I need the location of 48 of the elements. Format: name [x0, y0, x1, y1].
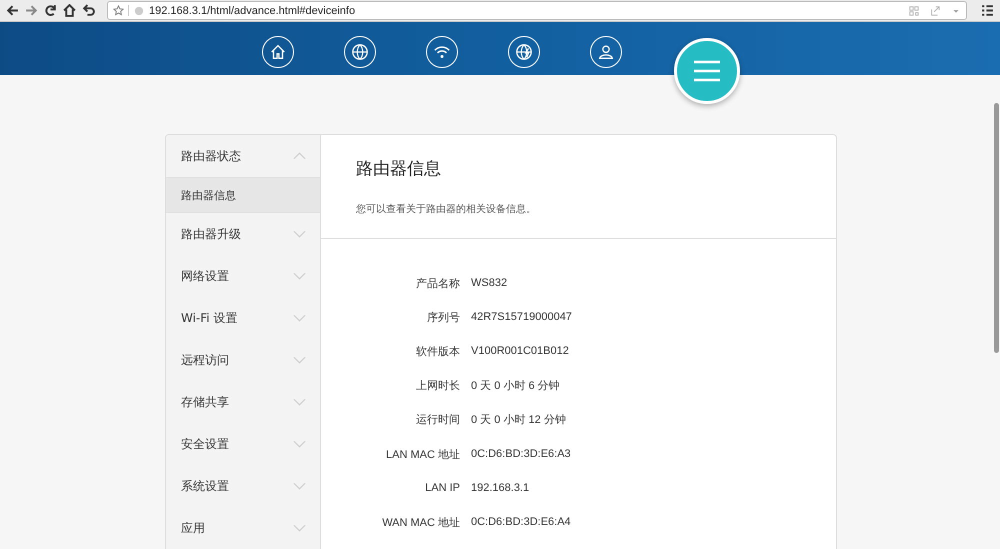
- field-label: 产品名称: [415, 276, 460, 291]
- url-text: 192.168.3.1/html/advance.html#deviceinfo: [149, 4, 356, 16]
- field-value: 0C:D6:BD:3D:E6:A3: [471, 448, 571, 460]
- home-nav-button[interactable]: [262, 36, 294, 68]
- star-icon[interactable]: [113, 5, 129, 16]
- globe-bolt-nav-button[interactable]: [508, 36, 540, 68]
- field-label: LAN MAC 地址: [385, 448, 460, 462]
- sidebar-item[interactable]: 存储共享: [166, 381, 320, 423]
- field-label: 序列号: [426, 310, 460, 325]
- sidebar-item[interactable]: Wi-Fi 设置: [166, 297, 320, 339]
- wifi-nav-button[interactable]: [426, 36, 458, 68]
- field-label: 软件版本: [415, 344, 460, 359]
- field-value: V100R001C01B012: [471, 345, 569, 358]
- page-description: 您可以查看关于路由器的相关设备信息。: [356, 202, 537, 216]
- field-value: 42R7S15719000047: [471, 311, 572, 324]
- sidebar-item[interactable]: 系统设置: [166, 465, 320, 507]
- sidebar-subitem[interactable]: 路由器信息: [166, 177, 320, 213]
- field-value: 0 天 0 小时 12 分钟: [471, 413, 566, 428]
- globe-nav-button[interactable]: [344, 36, 376, 68]
- menu-icon[interactable]: [981, 4, 994, 17]
- sidebar-item[interactable]: 远程访问: [166, 339, 320, 381]
- sidebar-item[interactable]: 路由器升级: [166, 213, 320, 255]
- menu-icon: [692, 59, 722, 83]
- scrollbar-thumb[interactable]: [994, 103, 999, 353]
- field-value: 192.168.3.1: [471, 482, 530, 494]
- home-icon: [269, 43, 287, 61]
- field-value: 0 天 0 小时 6 分钟: [471, 379, 560, 394]
- home-icon[interactable]: [63, 4, 76, 17]
- field-label: LAN IP: [424, 482, 460, 494]
- field-label: 运行时间: [415, 413, 460, 428]
- menu-button[interactable]: [674, 38, 740, 104]
- sidebar-item[interactable]: 应用: [166, 507, 320, 549]
- sidebar-item[interactable]: 安全设置: [166, 423, 320, 465]
- sidebar-item[interactable]: 路由器状态: [166, 135, 320, 177]
- field-label: WAN MAC 地址: [381, 516, 460, 530]
- undo-icon[interactable]: [82, 4, 95, 17]
- page-title: 路由器信息: [356, 158, 442, 180]
- user-nav-button[interactable]: [590, 36, 622, 68]
- reload-icon[interactable]: [44, 4, 57, 17]
- back-icon[interactable]: [6, 4, 19, 17]
- address-bar[interactable]: 192.168.3.1/html/advance.html#deviceinfo: [107, 1, 967, 20]
- field-label: 上网时长: [415, 379, 460, 394]
- user-icon: [597, 43, 615, 61]
- field-value: WS832: [471, 277, 508, 290]
- forward-icon[interactable]: [25, 4, 38, 17]
- globe-bolt-icon: [515, 43, 533, 61]
- field-value: 0C:D6:BD:3D:E6:A4: [471, 516, 571, 528]
- sidebar-item[interactable]: 网络设置: [166, 255, 320, 297]
